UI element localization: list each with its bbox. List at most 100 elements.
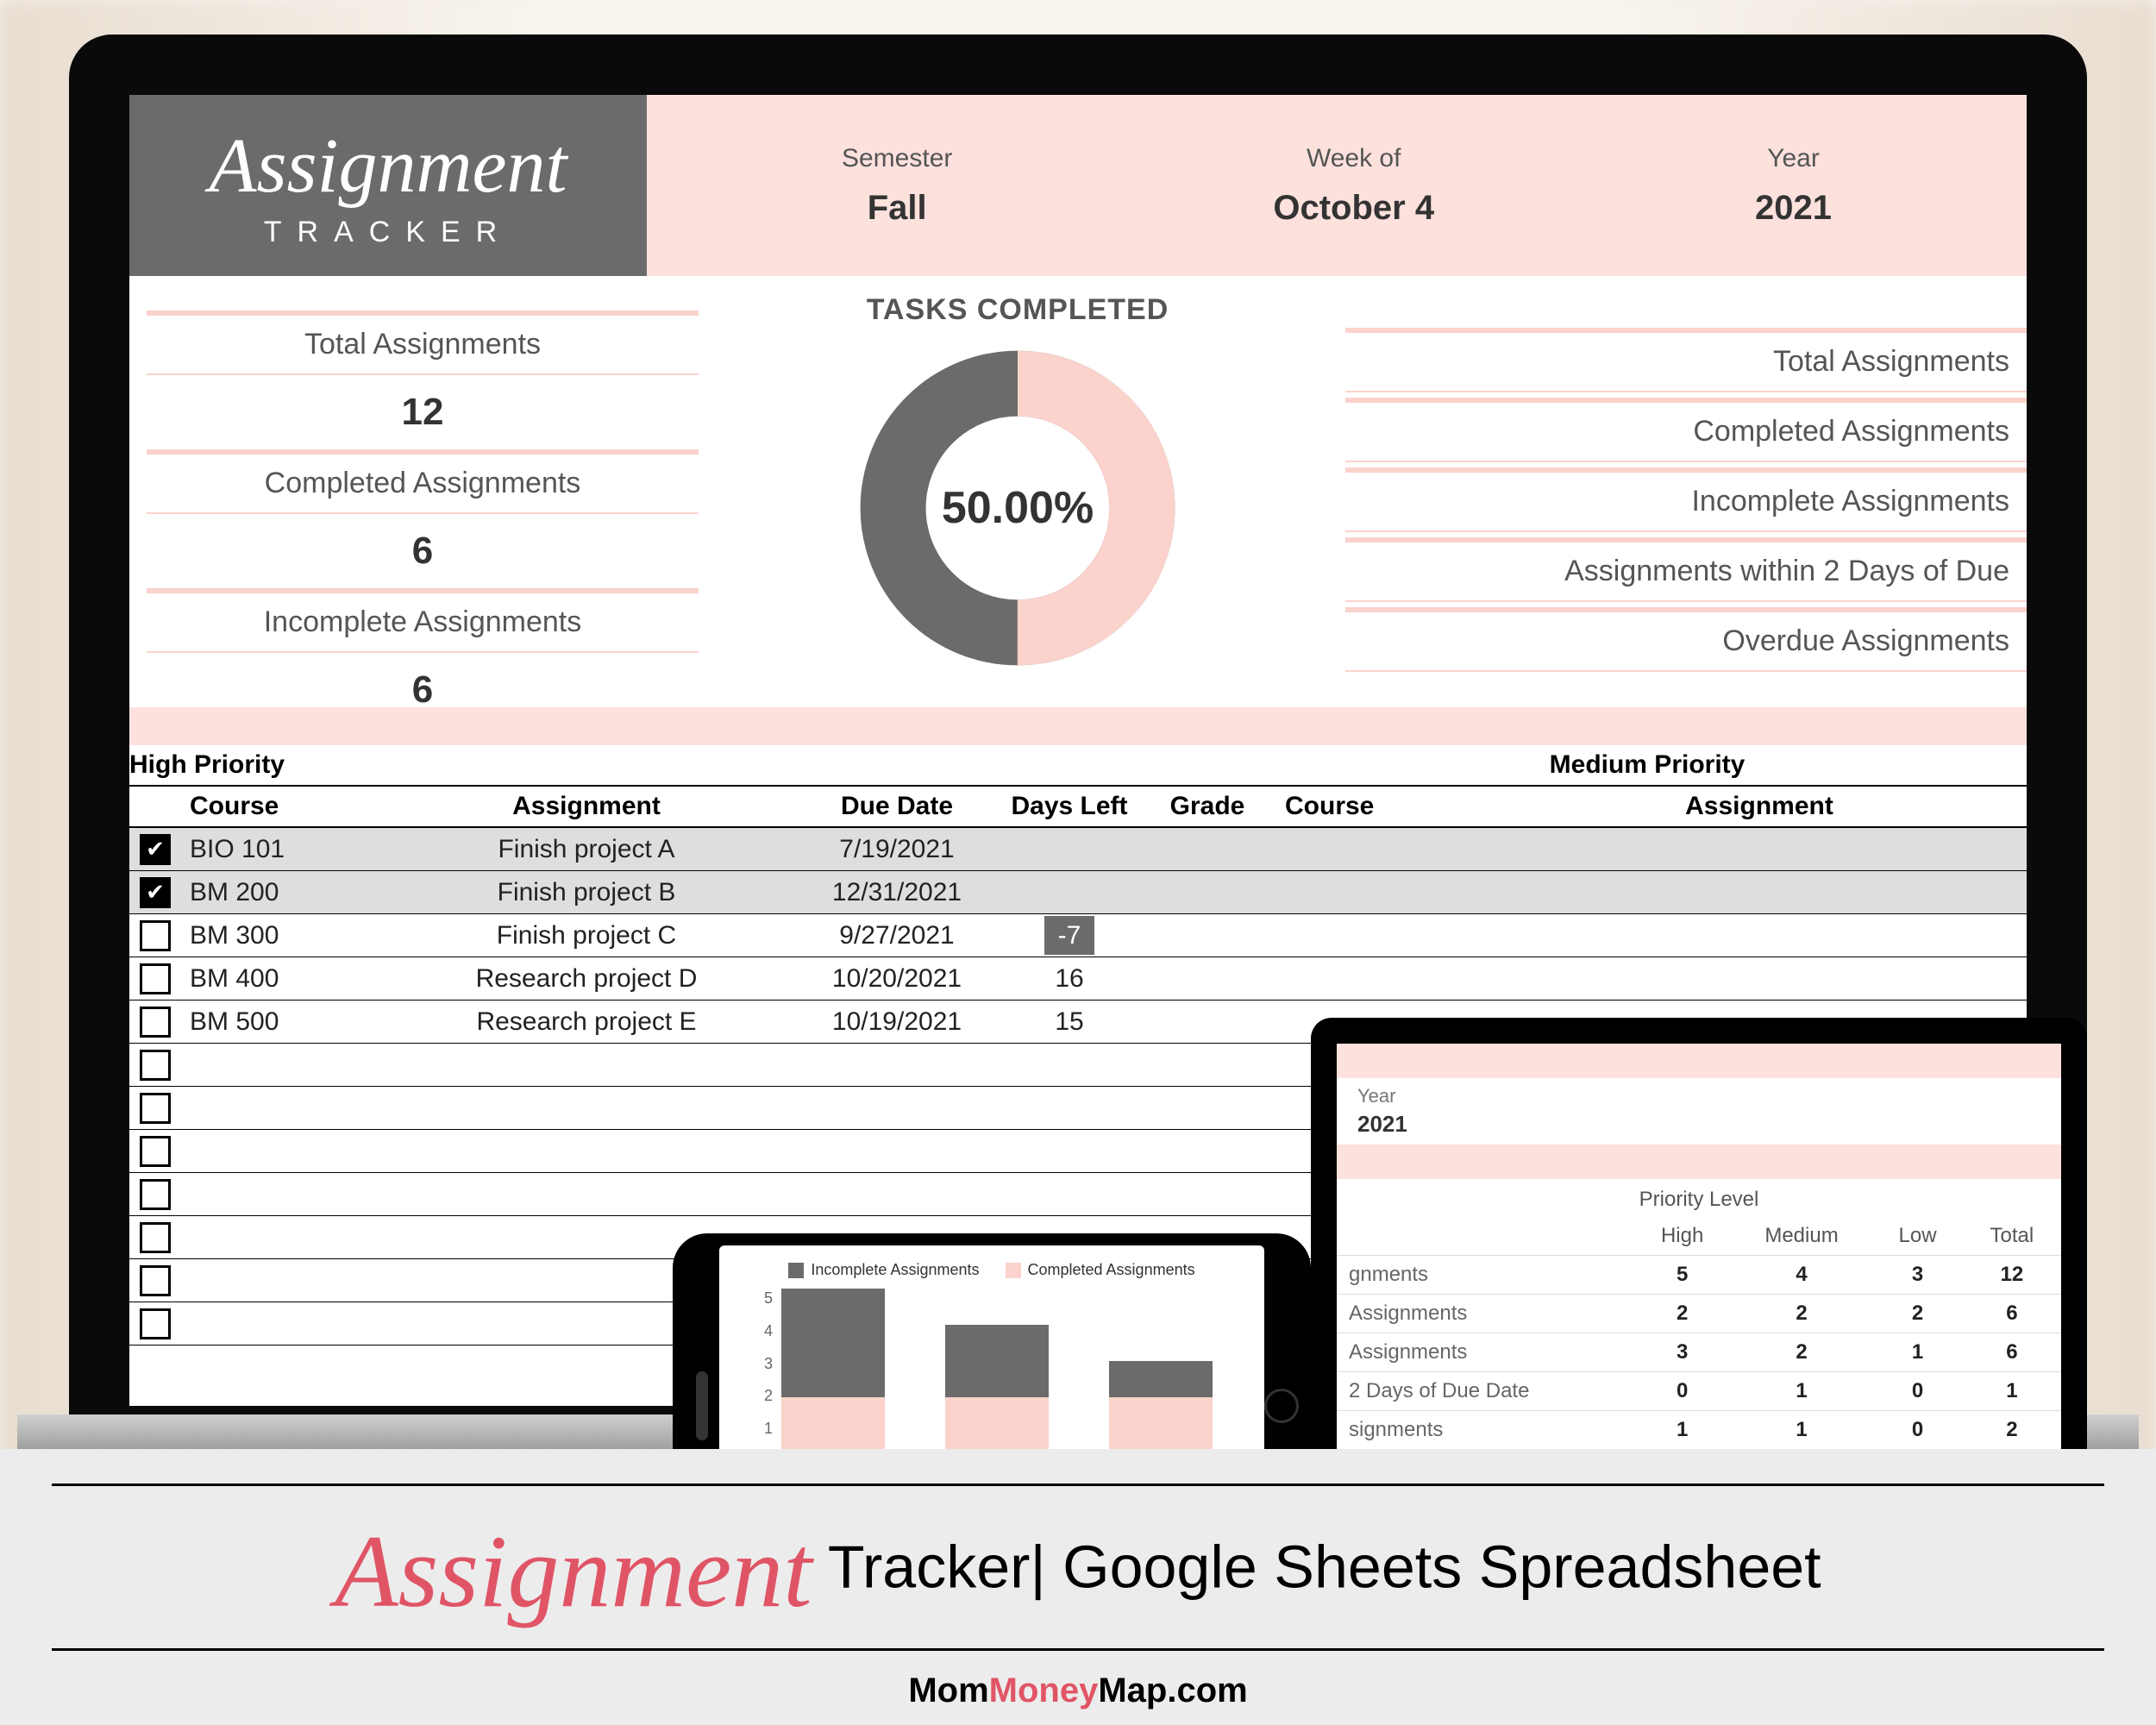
- table-row: BM 400Research project D10/20/202116: [129, 957, 2027, 1000]
- checkbox[interactable]: [140, 1050, 171, 1081]
- site-post: Map.com: [1098, 1672, 1247, 1709]
- banner-line-top: [52, 1484, 2104, 1486]
- week-label: Week of: [1273, 144, 1434, 173]
- right-overdue-label: Overdue Assignments: [1345, 607, 2027, 672]
- cell-assignment[interactable]: Research project E: [371, 1007, 802, 1037]
- cell-due[interactable]: 10/20/2021: [802, 964, 992, 994]
- tablet-row: 2 Days of Due Date0101: [1337, 1372, 2061, 1411]
- cell-due[interactable]: 9/27/2021: [802, 921, 992, 950]
- incomplete-assignments-value: 6: [147, 653, 699, 727]
- tablet-cell: 1: [1634, 1411, 1731, 1450]
- priority-table-header: Course Assignment Due Date Days Left Gra…: [129, 787, 2027, 828]
- site-pre: Mom: [908, 1672, 988, 1709]
- cell-course[interactable]: BM 400: [181, 964, 371, 994]
- tablet-cell: 2: [1872, 1295, 1963, 1333]
- week-value[interactable]: October 4: [1273, 189, 1434, 228]
- tablet-band-top: [1337, 1044, 2061, 1078]
- checkbox[interactable]: [140, 920, 171, 951]
- tablet-cell: 1: [1731, 1372, 1872, 1411]
- banner-rest: Tracker| Google Sheets Spreadsheet: [812, 1533, 1821, 1600]
- right-due-soon-label: Assignments within 2 Days of Due: [1345, 537, 2027, 602]
- tablet-row: signments1102: [1337, 1411, 2061, 1450]
- tablet-cell: 3: [1872, 1256, 1963, 1295]
- bottom-banner: Assignment Tracker| Google Sheets Spread…: [0, 1449, 2156, 1725]
- cell-assignment[interactable]: Research project D: [371, 964, 802, 994]
- checkbox[interactable]: [140, 1136, 171, 1167]
- tablet-priority-title: Priority Level: [1337, 1188, 2061, 1212]
- total-assignments-value: 12: [147, 375, 699, 449]
- high-priority-title: High Priority: [129, 745, 1268, 787]
- checkbox[interactable]: [140, 1222, 171, 1253]
- brand-title: Assignment: [210, 122, 567, 210]
- cell-days: 16: [992, 964, 1147, 994]
- bar-incomplete: [781, 1289, 885, 1397]
- right-incomplete-label: Incomplete Assignments: [1345, 467, 2027, 532]
- tablet-col-high: High: [1634, 1217, 1731, 1256]
- tablet-row: Assignments3216: [1337, 1333, 2061, 1372]
- checkbox[interactable]: [140, 1007, 171, 1038]
- table-row: ✔ BIO 101Finish project A7/19/2021: [129, 828, 2027, 871]
- total-assignments-label: Total Assignments: [147, 310, 699, 375]
- checkbox[interactable]: [140, 1179, 171, 1210]
- cell-due[interactable]: 12/31/2021: [802, 878, 992, 907]
- tablet-col-total: Total: [1963, 1217, 2061, 1256]
- tablet-cell: 1: [1872, 1333, 1963, 1372]
- semester-value[interactable]: Fall: [842, 189, 952, 228]
- tablet-summary-table: High Medium Low Total gnments54312Assign…: [1337, 1217, 2061, 1450]
- tablet-cell: 2: [1731, 1333, 1872, 1372]
- tablet-cell: 2 Days of Due Date: [1337, 1372, 1634, 1411]
- cell-course[interactable]: BM 300: [181, 921, 371, 950]
- col-course-medium: Course: [1268, 792, 1492, 821]
- checkbox[interactable]: [140, 1093, 171, 1124]
- brand-block: Assignment TRACKER: [129, 95, 647, 276]
- tablet-cell: 12: [1963, 1256, 2061, 1295]
- legend-completed: Completed Assignments: [1006, 1261, 1195, 1279]
- tablet-year: Year 2021: [1337, 1078, 2061, 1145]
- checkbox[interactable]: [140, 1265, 171, 1296]
- tablet-col-medium: Medium: [1731, 1217, 1872, 1256]
- col-course: Course: [181, 792, 371, 821]
- cell-course[interactable]: BM 500: [181, 1007, 371, 1037]
- checkbox[interactable]: ✔: [140, 834, 171, 865]
- cell-assignment[interactable]: Finish project A: [371, 835, 802, 864]
- right-completed-label: Completed Assignments: [1345, 398, 2027, 462]
- tablet-cell: 1: [1963, 1372, 2061, 1411]
- donut-percent: 50.00%: [854, 344, 1181, 672]
- year-label: Year: [1755, 144, 1832, 173]
- tablet-cell: 3: [1634, 1333, 1731, 1372]
- cell-due[interactable]: 7/19/2021: [802, 835, 992, 864]
- tablet-cell: 0: [1872, 1372, 1963, 1411]
- cell-assignment[interactable]: Finish project B: [371, 878, 802, 907]
- completed-assignments-label: Completed Assignments: [147, 449, 699, 514]
- col-days: Days Left: [992, 792, 1147, 821]
- cell-days: -7: [992, 921, 1147, 950]
- tablet-cell: Assignments: [1337, 1333, 1634, 1372]
- semester-label: Semester: [842, 144, 952, 173]
- tablet-cell: 0: [1872, 1411, 1963, 1450]
- col-due: Due Date: [802, 792, 992, 821]
- year-col: Year 2021: [1755, 144, 1832, 228]
- header-meta: Semester Fall Week of October 4 Year 202…: [647, 95, 2027, 276]
- checkbox[interactable]: ✔: [140, 877, 171, 908]
- tablet-cell: 1: [1731, 1411, 1872, 1450]
- donut-chart: 50.00%: [854, 344, 1181, 672]
- tablet-table-header: High Medium Low Total: [1337, 1217, 2061, 1256]
- table-row: ✔ BM 200Finish project B12/31/2021: [129, 871, 2027, 914]
- tablet-year-label: Year: [1357, 1085, 2040, 1107]
- checkbox[interactable]: [140, 963, 171, 994]
- cell-course[interactable]: BIO 101: [181, 835, 371, 864]
- banner-script: Assignment: [335, 1514, 812, 1628]
- tablet-row: Assignments2226: [1337, 1295, 2061, 1333]
- tablet-cell: 4: [1731, 1256, 1872, 1295]
- cell-assignment[interactable]: Finish project C: [371, 921, 802, 950]
- year-value[interactable]: 2021: [1755, 189, 1832, 228]
- tablet-col-low: Low: [1872, 1217, 1963, 1256]
- summary-row: Total Assignments 12 Completed Assignmen…: [129, 276, 2027, 707]
- banner-title: Assignment Tracker| Google Sheets Spread…: [0, 1512, 2156, 1631]
- col-grade: Grade: [1147, 792, 1268, 821]
- cell-due[interactable]: 10/19/2021: [802, 1007, 992, 1037]
- cell-course[interactable]: BM 200: [181, 878, 371, 907]
- checkbox[interactable]: [140, 1308, 171, 1339]
- col-assignment-medium: Assignment: [1492, 792, 2027, 821]
- tablet-cell: 2: [1634, 1295, 1731, 1333]
